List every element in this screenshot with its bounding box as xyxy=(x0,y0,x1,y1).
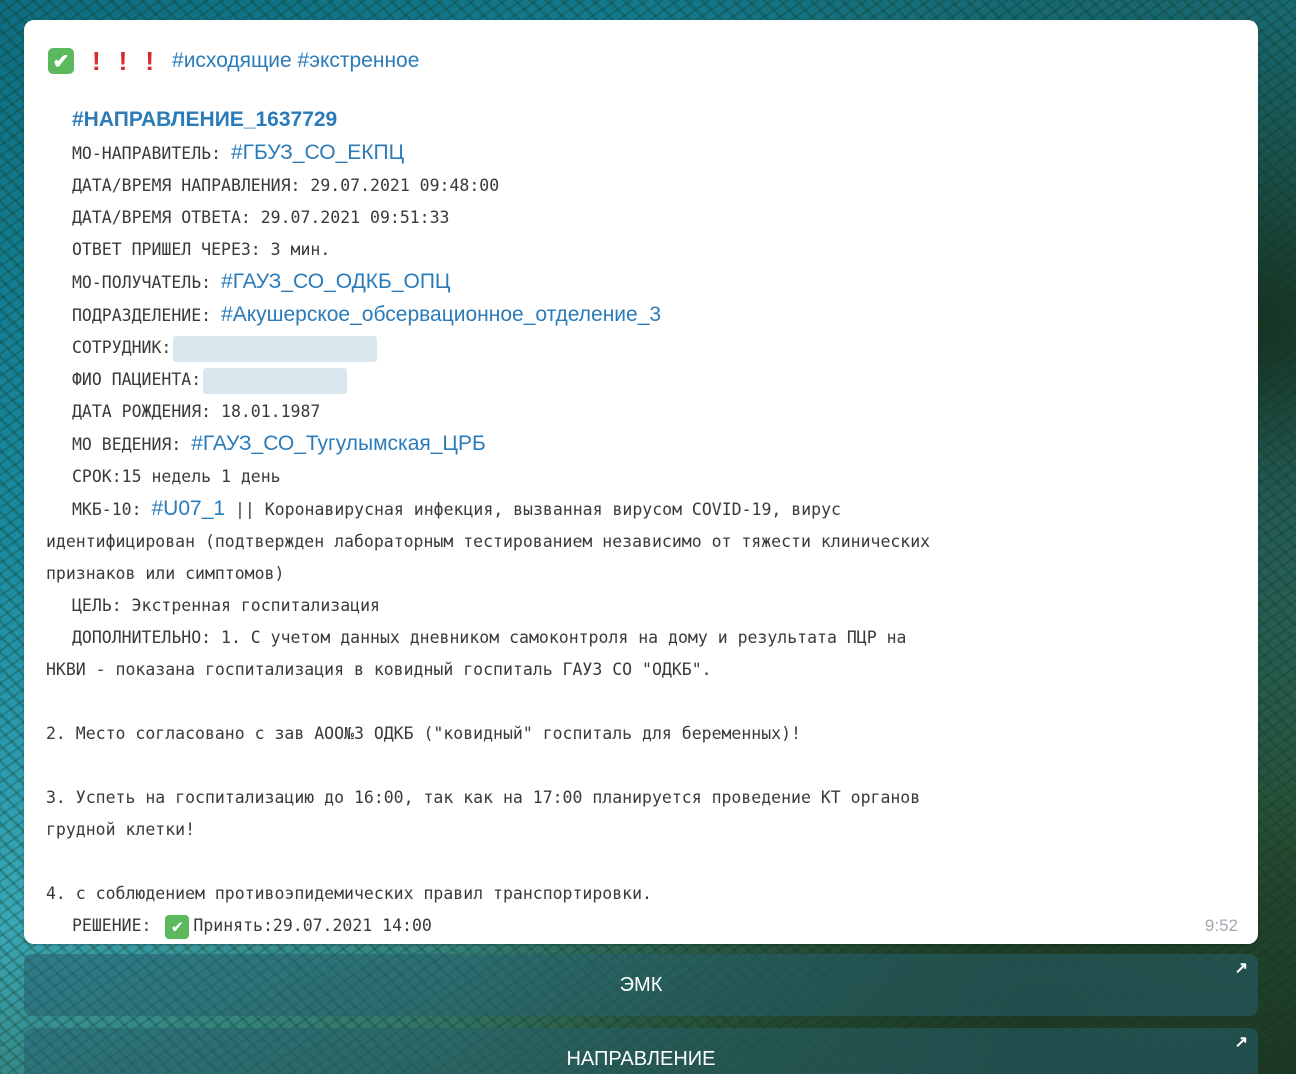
patient-label: ФИО ПАЦИЕНТА: xyxy=(72,370,202,389)
department-hashtag[interactable]: #Акушерское_обсервационное_отделение_3 xyxy=(221,303,661,326)
sender-hashtag[interactable]: #ГБУЗ_СО_ЕКПЦ xyxy=(231,141,404,164)
exclamation-icon: ! xyxy=(92,46,101,76)
redacted-patient-name xyxy=(203,367,348,394)
extra-info-line: ДОПОЛНИТЕЛЬНО: 1. С учетом данных дневни… xyxy=(72,628,907,647)
mo-hashtag[interactable]: #ГАУЗ_СО_Тугулымская_ЦРБ xyxy=(191,432,486,455)
emk-button[interactable]: ЭМК ↗ xyxy=(24,954,1258,1016)
icd-description-line: признаков или симптомов) xyxy=(46,564,285,583)
message-bubble: ✔ ! ! ! #исходящие #экстренное #НАПРАВЛЕ… xyxy=(24,20,1258,944)
redacted-employee-name xyxy=(173,335,378,362)
message-header: ✔ ! ! ! #исходящие #экстренное xyxy=(48,46,1236,76)
message-body: #НАПРАВЛЕНИЕ_1637729 МО-НАПРАВИТЕЛЬ: #ГБ… xyxy=(46,104,1236,942)
icd-description: || Коронавирусная инфекция, вызванная ви… xyxy=(225,500,841,519)
department-label: ПОДРАЗДЕЛЕНИЕ: xyxy=(72,306,212,325)
direction-hashtag[interactable]: #НАПРАВЛЕНИЕ_1637729 xyxy=(72,108,337,131)
icd-label: МКБ-10: xyxy=(72,500,142,519)
header-hashtags[interactable]: #исходящие #экстренное xyxy=(172,49,419,73)
direction-button-label: НАПРАВЛЕНИЕ xyxy=(566,1047,716,1070)
exclamation-icon: ! xyxy=(145,46,155,76)
check-mark-icon: ✔ xyxy=(48,48,74,74)
extra-point-4: 4. с соблюдением противоэпидемических пр… xyxy=(46,884,652,903)
answer-duration: ОТВЕТ ПРИШЕЛ ЧЕРЕЗ: 3 мин. xyxy=(72,240,331,259)
extra-info-line: НКВИ - показана госпитализация в ковидны… xyxy=(46,660,712,679)
exclamation-icon: ! xyxy=(118,46,128,76)
direction-datetime: ДАТА/ВРЕМЯ НАПРАВЛЕНИЯ: 29.07.2021 09:48… xyxy=(72,176,500,195)
birth-date: ДАТА РОЖДЕНИЯ: 18.01.1987 xyxy=(72,402,321,421)
extra-point-2: 2. Место согласовано с зав АОО№3 ОДКБ ("… xyxy=(46,724,801,743)
receiver-hashtag[interactable]: #ГАУЗ_СО_ОДКБ_ОПЦ xyxy=(221,270,450,293)
goal-text: ЦЕЛЬ: Экстренная госпитализация xyxy=(72,596,380,615)
icd-hashtag[interactable]: #U07_1 xyxy=(151,497,225,520)
extra-point-3: 3. Успеть на госпитализацию до 16:00, та… xyxy=(46,788,921,807)
answer-datetime: ДАТА/ВРЕМЯ ОТВЕТА: 29.07.2021 09:51:33 xyxy=(72,208,450,227)
external-link-icon: ↗ xyxy=(1234,1034,1248,1051)
decision-text: Принять:29.07.2021 14:00 xyxy=(193,916,432,935)
icd-description-line: идентифицирован (подтвержден лабораторны… xyxy=(46,532,931,551)
receiver-label: МО-ПОЛУЧАТЕЛЬ: xyxy=(72,273,212,292)
mo-label: МО ВЕДЕНИЯ: xyxy=(72,435,182,454)
decision-label: РЕШЕНИЕ: xyxy=(72,916,152,935)
direction-button[interactable]: НАПРАВЛЕНИЕ ↗ xyxy=(24,1028,1258,1074)
sender-label: МО-НАПРАВИТЕЛЬ: xyxy=(72,144,222,163)
pregnancy-term: СРОК:15 недель 1 день xyxy=(72,467,281,486)
employee-label: СОТРУДНИК: xyxy=(72,338,172,357)
external-link-icon: ↗ xyxy=(1234,960,1248,977)
check-mark-icon: ✔ xyxy=(165,914,190,939)
message-time: 9:52 xyxy=(1204,916,1238,935)
extra-point-3-cont: грудной клетки! xyxy=(46,820,196,839)
emk-button-label: ЭМК xyxy=(619,973,663,996)
